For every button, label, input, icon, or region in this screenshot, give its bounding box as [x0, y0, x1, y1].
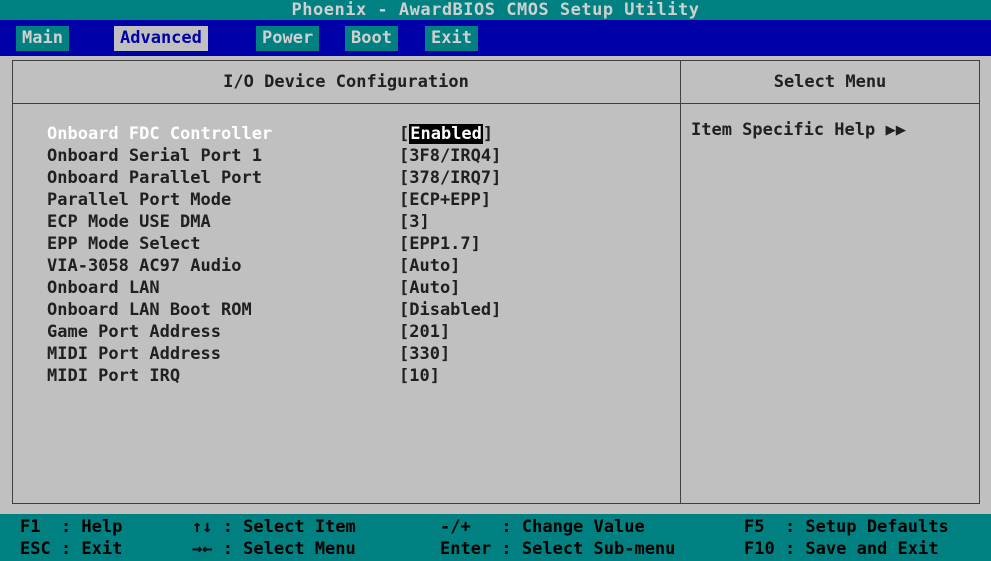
setting-value[interactable]: [Auto] [399, 255, 460, 277]
setting-label: MIDI Port IRQ [47, 366, 181, 386]
item-specific-help: Item Specific Help ▶▶ [691, 120, 906, 140]
legend-setup-defaults: F5 : Setup Defaults [744, 517, 949, 537]
setting-label: Game Port Address [47, 322, 221, 342]
settings-panel: I/O Device Configuration Select Menu Onb… [12, 60, 980, 504]
menu-tab-exit[interactable]: Exit [425, 26, 478, 51]
setting-value[interactable]: [3F8/IRQ4] [399, 145, 501, 167]
header-divider [13, 103, 979, 104]
setting-value[interactable]: [Enabled] [399, 123, 493, 145]
setting-value[interactable]: [EPP1.7] [399, 233, 481, 255]
legend-save-and-exit: F10 : Save and Exit [744, 539, 939, 559]
setting-value[interactable]: [ECP+EPP] [399, 189, 491, 211]
window-title: Phoenix - AwardBIOS CMOS Setup Utility [0, 0, 991, 20]
setting-value[interactable]: [Disabled] [399, 299, 501, 321]
legend-select-submenu: Enter : Select Sub-menu [440, 539, 676, 559]
legend-help: F1 : Help [20, 517, 123, 537]
setting-value[interactable]: [10] [399, 365, 440, 387]
menu-tab-power[interactable]: Power [256, 26, 320, 51]
panel-title: I/O Device Configuration [223, 72, 469, 92]
setting-label: Onboard LAN Boot ROM [47, 300, 252, 320]
menu-tab-boot[interactable]: Boot [345, 26, 398, 51]
setting-value[interactable]: [3] [399, 211, 430, 233]
setting-label: Onboard Parallel Port [47, 168, 262, 188]
legend-exit: ESC : Exit [20, 539, 123, 559]
setting-label: EPP Mode Select [47, 234, 201, 254]
column-divider [680, 61, 681, 503]
setting-value[interactable]: [Auto] [399, 277, 460, 299]
help-panel-title: Select Menu [773, 72, 887, 92]
setting-label: MIDI Port Address [47, 344, 221, 364]
menu-bar: Main Advanced Power Boot Exit [0, 20, 991, 56]
legend-change-value: -/+ : Change Value [440, 517, 645, 537]
setting-value[interactable]: [378/IRQ7] [399, 167, 501, 189]
setting-value-selected[interactable]: Enabled [409, 124, 483, 144]
setting-value[interactable]: [201] [399, 321, 450, 343]
setting-label: Onboard LAN [47, 278, 160, 298]
setting-label: Parallel Port Mode [47, 190, 232, 210]
legend-select-menu: →← : Select Menu [192, 539, 356, 559]
setting-label: Onboard Serial Port 1 [47, 146, 262, 166]
setting-label: VIA-3058 AC97 Audio [47, 256, 242, 276]
key-legend-footer: F1 : Help ↑↓ : Select Item -/+ : Change … [0, 514, 991, 561]
bios-screen: Phoenix - AwardBIOS CMOS Setup Utility M… [0, 0, 991, 561]
setting-value[interactable]: [330] [399, 343, 450, 365]
legend-select-item: ↑↓ : Select Item [192, 517, 356, 537]
setting-label: ECP Mode USE DMA [47, 212, 211, 232]
menu-tab-main[interactable]: Main [16, 26, 69, 51]
setting-label: Onboard FDC Controller [47, 124, 273, 144]
menu-tab-advanced[interactable]: Advanced [114, 26, 208, 51]
